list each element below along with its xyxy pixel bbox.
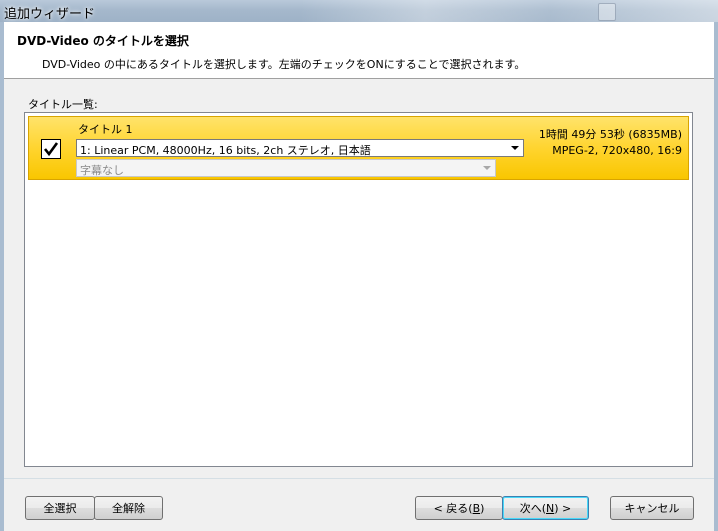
back-button-label: < 戻る(: [433, 502, 473, 515]
title-bar[interactable]: 追加ウィザード: [0, 0, 718, 22]
wizard-header: DVD-Video のタイトルを選択 DVD-Video の中にあるタイトルを選…: [4, 22, 714, 79]
footer-separator: [4, 478, 714, 479]
next-button-paren: ) >: [554, 501, 572, 515]
window-title: 追加ウィザード: [4, 7, 96, 22]
window-icon: [598, 3, 616, 21]
next-button[interactable]: 次へ(N) >: [502, 496, 589, 520]
deselect-all-button[interactable]: 全解除: [94, 496, 163, 520]
page-description: DVD-Video の中にあるタイトルを選択します。左端のチェックをONにするこ…: [42, 58, 526, 71]
title-name: タイトル 1: [78, 123, 133, 136]
back-button-key: B: [472, 501, 481, 515]
page-title: DVD-Video のタイトルを選択: [17, 34, 189, 48]
title-duration: 1時間 49分 53秒 (6835MB): [538, 128, 682, 141]
audio-track-select[interactable]: 1: Linear PCM, 48000Hz, 16 bits, 2ch ステレ…: [76, 139, 524, 157]
dropdown-arrow-icon: [511, 146, 519, 150]
title-format: MPEG-2, 720x480, 16:9: [552, 144, 682, 157]
title-checkbox[interactable]: [41, 139, 61, 159]
next-button-key: N: [546, 501, 555, 515]
subtitle-value: 字幕なし: [80, 164, 124, 177]
select-all-button[interactable]: 全選択: [25, 496, 95, 520]
dropdown-arrow-icon: [483, 166, 491, 170]
window-frame-right: [714, 22, 718, 531]
selection-button-group: 全選択 全解除: [25, 496, 163, 520]
title-list-row[interactable]: タイトル 1 1: Linear PCM, 48000Hz, 16 bits, …: [28, 116, 689, 180]
title-list-label: タイトル一覧:: [28, 98, 98, 111]
cancel-button[interactable]: キャンセル: [610, 496, 694, 520]
back-button[interactable]: < 戻る(B): [415, 496, 503, 520]
next-button-label: 次へ(: [519, 502, 547, 515]
title-list[interactable]: タイトル 1 1: Linear PCM, 48000Hz, 16 bits, …: [24, 112, 693, 467]
window-frame-left: [0, 22, 4, 531]
back-button-paren: ): [480, 501, 485, 515]
title-bar-glass: [300, 0, 718, 22]
subtitle-select[interactable]: 字幕なし: [76, 159, 496, 177]
audio-track-value: 1: Linear PCM, 48000Hz, 16 bits, 2ch ステレ…: [80, 144, 371, 157]
checkmark-icon: [43, 142, 59, 157]
